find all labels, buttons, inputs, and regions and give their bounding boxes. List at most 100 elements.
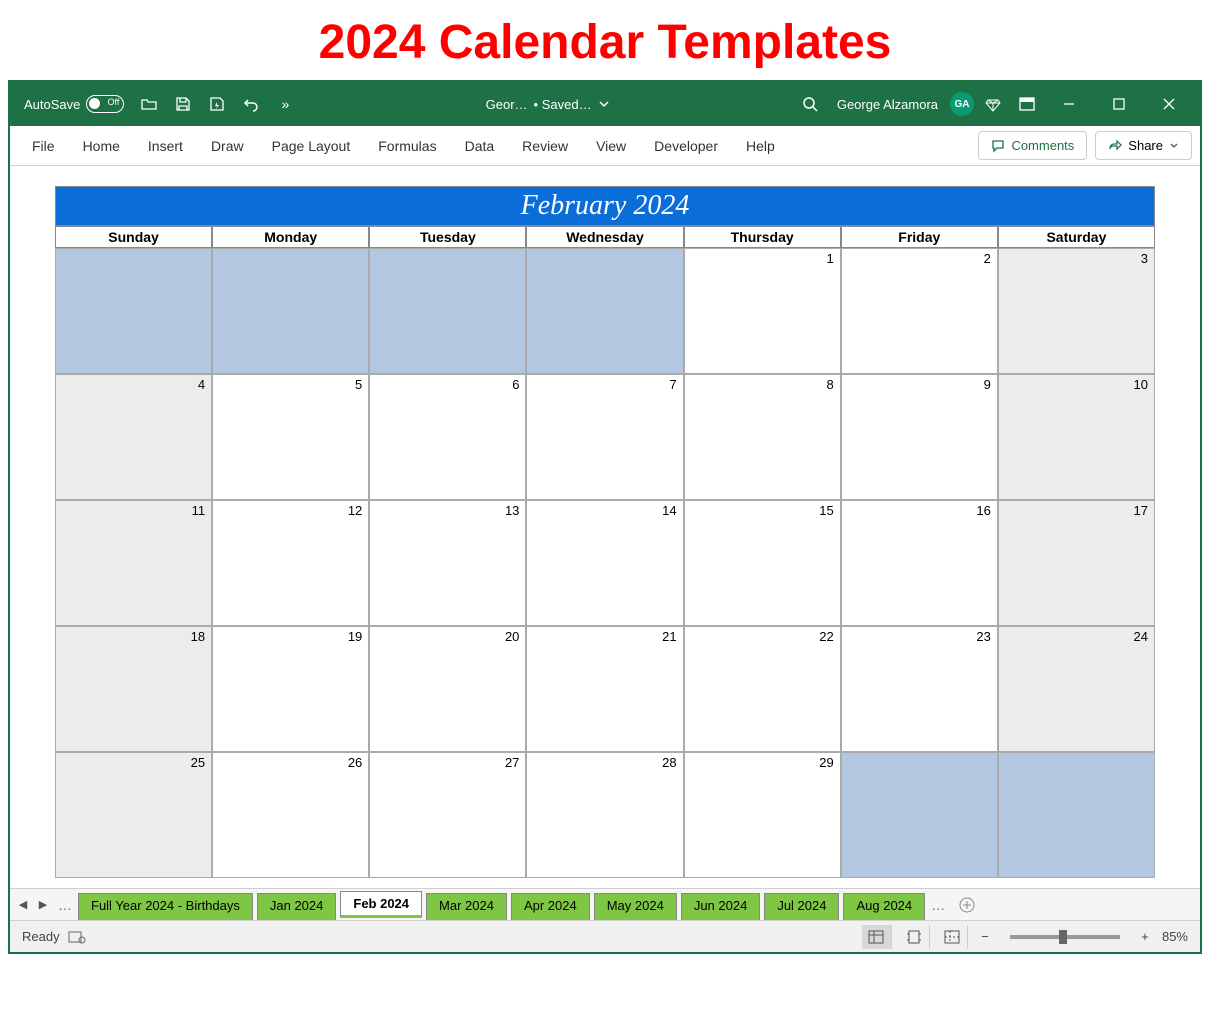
ribbon-tab-draw[interactable]: Draw bbox=[197, 130, 258, 162]
minimize-button[interactable] bbox=[1046, 82, 1092, 126]
calendar-cell[interactable]: 16 bbox=[841, 500, 998, 626]
calendar-cell[interactable] bbox=[841, 752, 998, 878]
calendar-cell[interactable]: 22 bbox=[684, 626, 841, 752]
sheet-tab-jul-2024[interactable]: Jul 2024 bbox=[764, 893, 839, 920]
sheet-last-ellipsis[interactable]: … bbox=[927, 897, 949, 913]
calendar-cell[interactable]: 10 bbox=[998, 374, 1155, 500]
calendar-cell[interactable]: 2 bbox=[841, 248, 998, 374]
ribbon-tab-formulas[interactable]: Formulas bbox=[364, 130, 450, 162]
zoom-level[interactable]: 85% bbox=[1162, 929, 1188, 944]
share-button[interactable]: Share bbox=[1095, 131, 1192, 160]
calendar-cell[interactable]: 3 bbox=[998, 248, 1155, 374]
ribbon-tab-data[interactable]: Data bbox=[451, 130, 509, 162]
comments-button[interactable]: Comments bbox=[978, 131, 1087, 160]
sheet-next-button[interactable]: ▶ bbox=[34, 895, 52, 915]
calendar-cell[interactable]: 15 bbox=[684, 500, 841, 626]
diamond-icon[interactable] bbox=[978, 89, 1008, 119]
calendar-cell[interactable]: 6 bbox=[369, 374, 526, 500]
calendar-cell[interactable]: 4 bbox=[55, 374, 212, 500]
ribbon-tab-file[interactable]: File bbox=[18, 130, 69, 162]
zoom-in-button[interactable]: + bbox=[1136, 929, 1154, 944]
zoom-slider[interactable] bbox=[1010, 935, 1120, 939]
add-sheet-button[interactable] bbox=[955, 893, 979, 917]
document-name[interactable]: Geor… • Saved… bbox=[478, 97, 618, 112]
autosave-label: AutoSave bbox=[24, 97, 80, 112]
day-number: 25 bbox=[191, 755, 205, 770]
day-number: 6 bbox=[512, 377, 519, 392]
undo-icon[interactable] bbox=[236, 89, 266, 119]
search-icon[interactable] bbox=[795, 89, 825, 119]
sheet-tab-full-year-2024---birthdays[interactable]: Full Year 2024 - Birthdays bbox=[78, 893, 253, 920]
weekday-header: Wednesday bbox=[526, 226, 683, 248]
sheet-tab-may-2024[interactable]: May 2024 bbox=[594, 893, 677, 920]
ribbon-mode-icon[interactable] bbox=[1012, 89, 1042, 119]
calendar-cell[interactable]: 17 bbox=[998, 500, 1155, 626]
calendar-cell[interactable] bbox=[526, 248, 683, 374]
calendar-cell[interactable] bbox=[55, 248, 212, 374]
calendar-cell[interactable]: 9 bbox=[841, 374, 998, 500]
calendar-cell[interactable]: 7 bbox=[526, 374, 683, 500]
calendar-cell[interactable]: 27 bbox=[369, 752, 526, 878]
calendar-cell[interactable]: 21 bbox=[526, 626, 683, 752]
save-icon[interactable] bbox=[168, 89, 198, 119]
calendar-cell[interactable] bbox=[369, 248, 526, 374]
view-page-break-button[interactable] bbox=[938, 925, 968, 949]
calendar-cell[interactable]: 29 bbox=[684, 752, 841, 878]
day-number: 28 bbox=[662, 755, 676, 770]
calendar-cell[interactable]: 23 bbox=[841, 626, 998, 752]
autosave-control[interactable]: AutoSave bbox=[18, 95, 130, 113]
macro-record-icon[interactable] bbox=[68, 930, 86, 944]
open-icon[interactable] bbox=[134, 89, 164, 119]
ribbon-tab-help[interactable]: Help bbox=[732, 130, 789, 162]
calendar-cell[interactable]: 24 bbox=[998, 626, 1155, 752]
ribbon-tab-insert[interactable]: Insert bbox=[134, 130, 197, 162]
title-bar: AutoSave » Geor… • Saved… George Alzamor… bbox=[10, 82, 1200, 126]
calendar-cell[interactable]: 12 bbox=[212, 500, 369, 626]
calendar-cell[interactable]: 18 bbox=[55, 626, 212, 752]
calendar-cell[interactable]: 19 bbox=[212, 626, 369, 752]
calendar-cell[interactable] bbox=[212, 248, 369, 374]
maximize-button[interactable] bbox=[1096, 82, 1142, 126]
sheet-tab-aug-2024[interactable]: Aug 2024 bbox=[843, 893, 925, 920]
worksheet-area[interactable]: February 2024 SundayMondayTuesdayWednesd… bbox=[10, 166, 1200, 888]
calendar-cell[interactable]: 25 bbox=[55, 752, 212, 878]
view-page-layout-button[interactable] bbox=[900, 925, 930, 949]
close-button[interactable] bbox=[1146, 82, 1192, 126]
day-number: 12 bbox=[348, 503, 362, 518]
calendar-cell[interactable]: 14 bbox=[526, 500, 683, 626]
day-number: 1 bbox=[826, 251, 833, 266]
calendar-cell[interactable]: 20 bbox=[369, 626, 526, 752]
view-normal-button[interactable] bbox=[862, 925, 892, 949]
more-quick-icon[interactable]: » bbox=[270, 89, 300, 119]
calendar-cell[interactable]: 8 bbox=[684, 374, 841, 500]
autosave-toggle-icon[interactable] bbox=[86, 95, 124, 113]
day-number: 22 bbox=[819, 629, 833, 644]
sheet-tab-jun-2024[interactable]: Jun 2024 bbox=[681, 893, 761, 920]
ribbon-tab-page-layout[interactable]: Page Layout bbox=[258, 130, 365, 162]
sheet-prev-button[interactable]: ◀ bbox=[14, 895, 32, 915]
day-number: 23 bbox=[976, 629, 990, 644]
ribbon-tab-developer[interactable]: Developer bbox=[640, 130, 732, 162]
user-name[interactable]: George Alzamora bbox=[829, 97, 946, 112]
ribbon-tab-home[interactable]: Home bbox=[69, 130, 134, 162]
sheet-tab-jan-2024[interactable]: Jan 2024 bbox=[257, 893, 337, 920]
calendar-cell[interactable]: 1 bbox=[684, 248, 841, 374]
ribbon-tab-view[interactable]: View bbox=[582, 130, 640, 162]
calendar-cell[interactable]: 28 bbox=[526, 752, 683, 878]
sheet-tab-feb-2024[interactable]: Feb 2024 bbox=[340, 891, 422, 918]
zoom-out-button[interactable]: − bbox=[976, 929, 994, 944]
sheet-tab-apr-2024[interactable]: Apr 2024 bbox=[511, 893, 590, 920]
sheet-first-ellipsis[interactable]: … bbox=[54, 897, 76, 913]
calendar-cell[interactable]: 26 bbox=[212, 752, 369, 878]
sheet-tab-mar-2024[interactable]: Mar 2024 bbox=[426, 893, 507, 920]
calendar-cell[interactable] bbox=[998, 752, 1155, 878]
ribbon: FileHomeInsertDrawPage LayoutFormulasDat… bbox=[10, 126, 1200, 166]
save-flash-icon[interactable] bbox=[202, 89, 232, 119]
sheet-tab-bar: ◀ ▶ … Full Year 2024 - BirthdaysJan 2024… bbox=[10, 888, 1200, 920]
calendar-cell[interactable]: 5 bbox=[212, 374, 369, 500]
user-avatar[interactable]: GA bbox=[950, 92, 974, 116]
day-number: 11 bbox=[192, 503, 206, 518]
ribbon-tab-review[interactable]: Review bbox=[508, 130, 582, 162]
calendar-cell[interactable]: 13 bbox=[369, 500, 526, 626]
calendar-cell[interactable]: 11 bbox=[55, 500, 212, 626]
